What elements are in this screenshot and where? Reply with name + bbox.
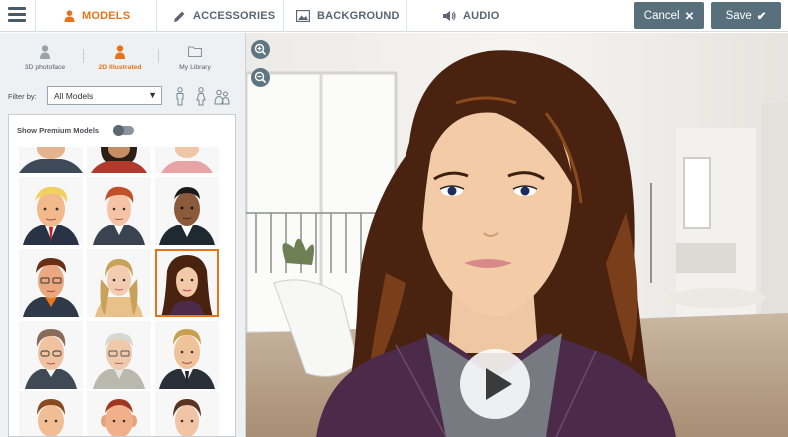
- cancel-label: Cancel: [643, 9, 680, 22]
- image-icon: [296, 10, 310, 22]
- filter-value: All Models: [54, 90, 94, 101]
- close-icon: ✕: [684, 10, 695, 23]
- pencil-icon: [173, 10, 186, 23]
- avatar-preview-stage: [246, 33, 788, 437]
- model-thumbnail[interactable]: [155, 147, 219, 173]
- save-button[interactable]: Save ✔: [711, 2, 781, 29]
- model-type-3d-photoface[interactable]: 3D photoface: [5, 45, 85, 71]
- male-filter-icon[interactable]: [174, 87, 186, 111]
- model-type-label: 2D Illustrated: [98, 64, 142, 71]
- model-thumbnail[interactable]: [87, 177, 151, 245]
- tab-accessories[interactable]: ACCESSORIES: [173, 0, 275, 32]
- model-thumbnail[interactable]: [87, 321, 151, 389]
- tab-models-label: MODELS: [82, 10, 131, 22]
- model-thumbnail[interactable]: [87, 147, 151, 173]
- model-thumbnail[interactable]: [155, 391, 219, 436]
- toolbar-divider: [283, 0, 284, 32]
- toolbar-divider: [35, 0, 36, 32]
- tab-audio-label: AUDIO: [463, 10, 500, 22]
- female-filter-icon[interactable]: [195, 87, 207, 111]
- models-sidebar: 3D photoface 2D Illustrated My Library F…: [0, 33, 246, 437]
- premium-models-label: Show Premium Models: [17, 126, 100, 135]
- model-type-label: My Library: [179, 64, 211, 71]
- model-type-2d-illustrated[interactable]: 2D Illustrated: [80, 45, 160, 71]
- top-toolbar: MODELS ACCESSORIES BACKGROUND AUDIO Canc…: [0, 0, 788, 32]
- illustrated-person-icon: [80, 45, 160, 59]
- model-thumbnail[interactable]: [19, 177, 83, 245]
- tab-audio[interactable]: AUDIO: [442, 0, 499, 32]
- model-thumbnail[interactable]: [155, 321, 219, 389]
- model-thumbnail[interactable]: [19, 147, 83, 173]
- model-gallery: Show Premium Models: [8, 114, 236, 437]
- cancel-button[interactable]: Cancel ✕: [634, 2, 704, 29]
- toolbar-divider: [156, 0, 157, 32]
- speaker-icon: [442, 10, 456, 22]
- tab-background[interactable]: BACKGROUND: [296, 0, 400, 32]
- zoom-out-button[interactable]: [251, 68, 270, 87]
- model-thumbnail[interactable]: [19, 391, 83, 436]
- hamburger-menu-icon[interactable]: [8, 7, 26, 25]
- dropdown-arrow-icon: ▼: [148, 90, 157, 100]
- avatar-editor-app: MODELS ACCESSORIES BACKGROUND AUDIO Canc…: [0, 0, 788, 437]
- model-type-my-library[interactable]: My Library: [155, 45, 235, 71]
- folder-icon: [155, 45, 235, 59]
- group-filter-icon[interactable]: [214, 89, 230, 110]
- model-thumbnail[interactable]: [19, 249, 83, 317]
- tab-accessories-label: ACCESSORIES: [193, 10, 276, 22]
- model-thumbnail[interactable]: [87, 391, 151, 436]
- model-thumbnail[interactable]: [19, 321, 83, 389]
- play-button[interactable]: [460, 349, 530, 419]
- filter-dropdown[interactable]: All Models ▼: [47, 86, 162, 105]
- checkmark-icon: ✔: [756, 10, 767, 23]
- model-thumbnail-selected[interactable]: [155, 249, 219, 317]
- model-thumbnail[interactable]: [155, 177, 219, 245]
- save-label: Save: [725, 9, 752, 22]
- toolbar-divider: [406, 0, 407, 32]
- zoom-in-button[interactable]: [251, 40, 270, 59]
- tab-models[interactable]: MODELS: [64, 0, 130, 32]
- premium-models-toggle[interactable]: [113, 125, 134, 136]
- zoom-out-icon: [254, 71, 267, 84]
- person-icon: [64, 10, 75, 22]
- photoface-icon: [5, 45, 85, 59]
- filter-label: Filter by:: [8, 92, 37, 101]
- play-icon: [486, 368, 512, 400]
- model-type-label: 3D photoface: [24, 64, 66, 71]
- tab-background-label: BACKGROUND: [317, 10, 400, 22]
- zoom-in-icon: [254, 43, 267, 56]
- model-thumbnail[interactable]: [87, 249, 151, 317]
